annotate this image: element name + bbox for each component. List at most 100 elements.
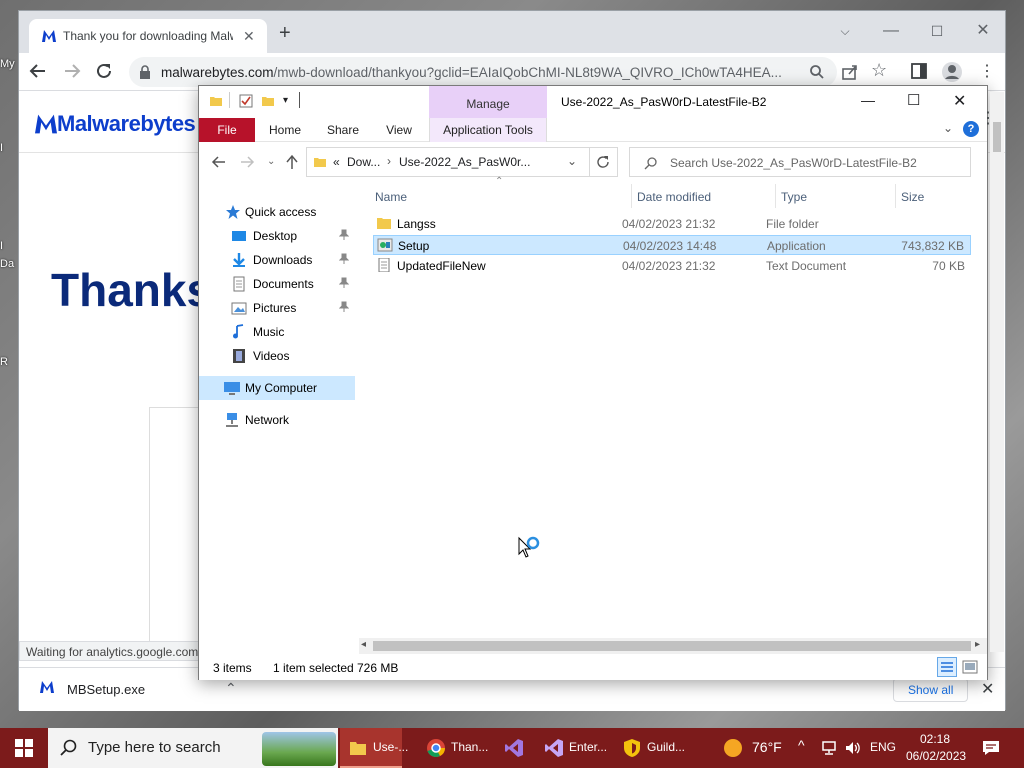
column-header-size[interactable]: Size: [901, 190, 924, 204]
manage-context-tab[interactable]: Manage: [429, 86, 547, 118]
minimize-icon[interactable]: —: [861, 92, 875, 108]
site-logo[interactable]: Malwarebytes: [57, 111, 196, 137]
show-hidden-icons-icon[interactable]: ^: [798, 737, 805, 753]
profile-avatar-icon[interactable]: [941, 61, 963, 83]
nav-item-pictures[interactable]: Pictures: [199, 296, 355, 320]
expand-ribbon-icon[interactable]: ⌄: [943, 121, 953, 135]
chevron-down-icon[interactable]: ⌵: [831, 17, 859, 45]
taskbar-search-input[interactable]: Type here to search: [48, 728, 338, 768]
close-window-icon[interactable]: ✕: [969, 17, 997, 45]
clock-date[interactable]: 06/02/2023: [906, 749, 966, 763]
page-vertical-scrollbar[interactable]: [990, 92, 1004, 652]
column-separator[interactable]: [895, 184, 896, 208]
customize-qat-icon[interactable]: ▾: [283, 95, 288, 106]
taskbar-app-explorer[interactable]: Use-...: [340, 728, 408, 768]
horizontal-scrollbar[interactable]: ◂ ▸: [359, 638, 987, 654]
download-filename[interactable]: MBSetup.exe: [67, 682, 145, 697]
lock-icon[interactable]: [139, 65, 151, 79]
column-header-name[interactable]: Name: [375, 190, 407, 204]
weather-temperature[interactable]: 76°F: [752, 739, 782, 755]
zoom-search-icon[interactable]: [809, 64, 825, 80]
tab-share[interactable]: Share: [319, 118, 367, 142]
scroll-right-icon[interactable]: ▸: [975, 639, 980, 650]
menu-kebab-icon[interactable]: ⋮: [979, 61, 995, 81]
nav-item-videos[interactable]: Videos: [199, 344, 355, 368]
new-folder-icon[interactable]: [261, 94, 275, 108]
up-arrow-icon[interactable]: [285, 154, 299, 170]
forward-icon[interactable]: [239, 154, 255, 170]
show-all-button[interactable]: Show all: [893, 678, 969, 702]
tab-application-tools[interactable]: Application Tools: [429, 118, 547, 142]
properties-check-icon[interactable]: [239, 94, 253, 108]
desktop-icon-label[interactable]: I: [0, 240, 3, 252]
reload-icon[interactable]: [95, 62, 113, 80]
input-language[interactable]: ENG: [870, 740, 896, 754]
share-icon[interactable]: [841, 63, 859, 81]
back-icon[interactable]: [211, 154, 227, 170]
details-view-icon[interactable]: [937, 657, 957, 677]
file-row-updatedfilenew[interactable]: UpdatedFileNew 04/02/2023 21:32 Text Doc…: [373, 256, 971, 276]
column-header-date[interactable]: Date modified: [637, 190, 711, 204]
bookmark-star-icon[interactable]: ☆: [871, 60, 887, 81]
explorer-search-input[interactable]: Search Use-2022_As_PasW0rD-LatestFile-B2: [629, 147, 971, 177]
new-tab-icon[interactable]: +: [279, 23, 291, 43]
taskbar-app-visual-studio[interactable]: [496, 728, 536, 768]
maximize-icon[interactable]: ☐: [923, 17, 951, 45]
column-separator[interactable]: [775, 184, 776, 208]
tab-view[interactable]: View: [375, 118, 423, 142]
pin-icon[interactable]: [339, 301, 349, 313]
browser-tab[interactable]: Thank you for downloading Malwarebytes ✕: [29, 19, 267, 53]
scroll-left-icon[interactable]: ◂: [361, 639, 366, 650]
pin-icon[interactable]: [339, 277, 349, 289]
nav-item-quick-access[interactable]: Quick access: [199, 200, 355, 224]
network-status-icon[interactable]: [820, 740, 838, 756]
minimize-icon[interactable]: —: [877, 17, 905, 45]
malwarebytes-logo-icon[interactable]: [33, 113, 59, 135]
breadcrumb-separator-icon[interactable]: ›: [387, 154, 391, 168]
maximize-icon[interactable]: ☐: [907, 91, 920, 109]
refresh-button[interactable]: [590, 147, 618, 177]
recent-locations-icon[interactable]: ⌄: [267, 156, 275, 167]
explorer-address-bar[interactable]: « Dow... › Use-2022_As_PasW0r... ⌄: [306, 147, 590, 177]
nav-item-documents[interactable]: Documents: [199, 272, 355, 296]
nav-item-downloads[interactable]: Downloads: [199, 248, 355, 272]
search-highlight-image[interactable]: [262, 732, 336, 766]
desktop-icon-label[interactable]: Da: [0, 258, 14, 270]
notifications-icon[interactable]: [982, 739, 1000, 757]
nav-item-my-computer[interactable]: My Computer: [199, 376, 355, 400]
file-row-langss[interactable]: Langss 04/02/2023 21:32 File folder: [373, 214, 971, 234]
column-separator[interactable]: [631, 184, 632, 208]
taskbar-app-enter[interactable]: Enter...: [536, 728, 616, 768]
weather-sun-icon[interactable]: [724, 739, 742, 757]
scrollbar-thumb[interactable]: [373, 641, 971, 651]
breadcrumb-downloads[interactable]: Dow...: [347, 155, 380, 169]
chevron-up-icon[interactable]: ⌃: [225, 680, 237, 697]
taskbar-app-chrome[interactable]: Than...: [418, 728, 488, 768]
tab-file[interactable]: File: [199, 118, 255, 142]
file-row-setup[interactable]: Setup 04/02/2023 14:48 Application 743,8…: [373, 235, 971, 255]
large-icons-view-icon[interactable]: [961, 658, 979, 676]
address-dropdown-icon[interactable]: ⌄: [567, 154, 577, 168]
desktop-icon-label[interactable]: R: [0, 356, 8, 368]
volume-icon[interactable]: [844, 740, 862, 756]
side-panel-icon[interactable]: [911, 63, 927, 79]
back-icon[interactable]: [29, 62, 47, 80]
nav-item-desktop[interactable]: Desktop: [199, 224, 355, 248]
breadcrumb-current-folder[interactable]: Use-2022_As_PasW0r...: [399, 155, 530, 169]
extension-kebab-icon[interactable]: ⋮: [980, 108, 996, 128]
pin-icon[interactable]: [339, 229, 349, 241]
desktop-icon-label[interactable]: My: [0, 58, 15, 70]
close-tab-icon[interactable]: ✕: [243, 28, 255, 45]
column-header-type[interactable]: Type: [781, 190, 807, 204]
taskbar-app-guild[interactable]: Guild...: [614, 728, 694, 768]
nav-item-music[interactable]: Music: [199, 320, 355, 344]
close-download-shelf-icon[interactable]: ✕: [981, 679, 994, 699]
forward-icon[interactable]: [63, 62, 81, 80]
close-window-icon[interactable]: ✕: [953, 91, 966, 111]
tab-home[interactable]: Home: [261, 118, 309, 142]
breadcrumb-overflow[interactable]: «: [333, 155, 340, 169]
clock-time[interactable]: 02:18: [920, 732, 950, 746]
pin-icon[interactable]: [339, 253, 349, 265]
start-button[interactable]: [0, 728, 48, 768]
nav-item-network[interactable]: Network: [199, 408, 355, 432]
